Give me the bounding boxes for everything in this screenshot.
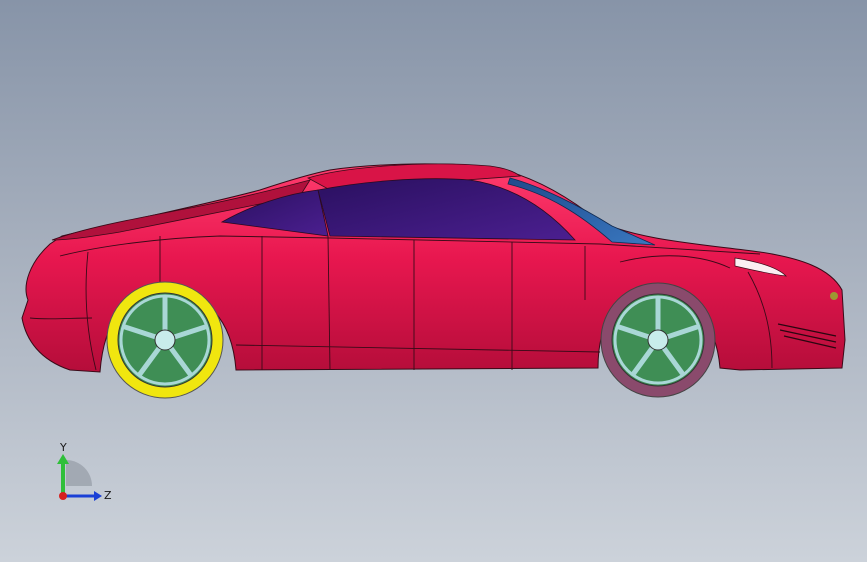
car-model-view[interactable] bbox=[0, 0, 867, 562]
rear-wheel[interactable] bbox=[106, 281, 224, 399]
z-axis-label: Z bbox=[104, 489, 112, 502]
x-axis-dot bbox=[59, 492, 67, 500]
graphics-viewport[interactable]: Y Z bbox=[0, 0, 867, 562]
y-axis-label: Y bbox=[59, 441, 67, 454]
front-wheel[interactable] bbox=[600, 282, 716, 398]
front-marker-light bbox=[830, 292, 838, 300]
coordinate-triad: Y Z bbox=[57, 441, 112, 502]
